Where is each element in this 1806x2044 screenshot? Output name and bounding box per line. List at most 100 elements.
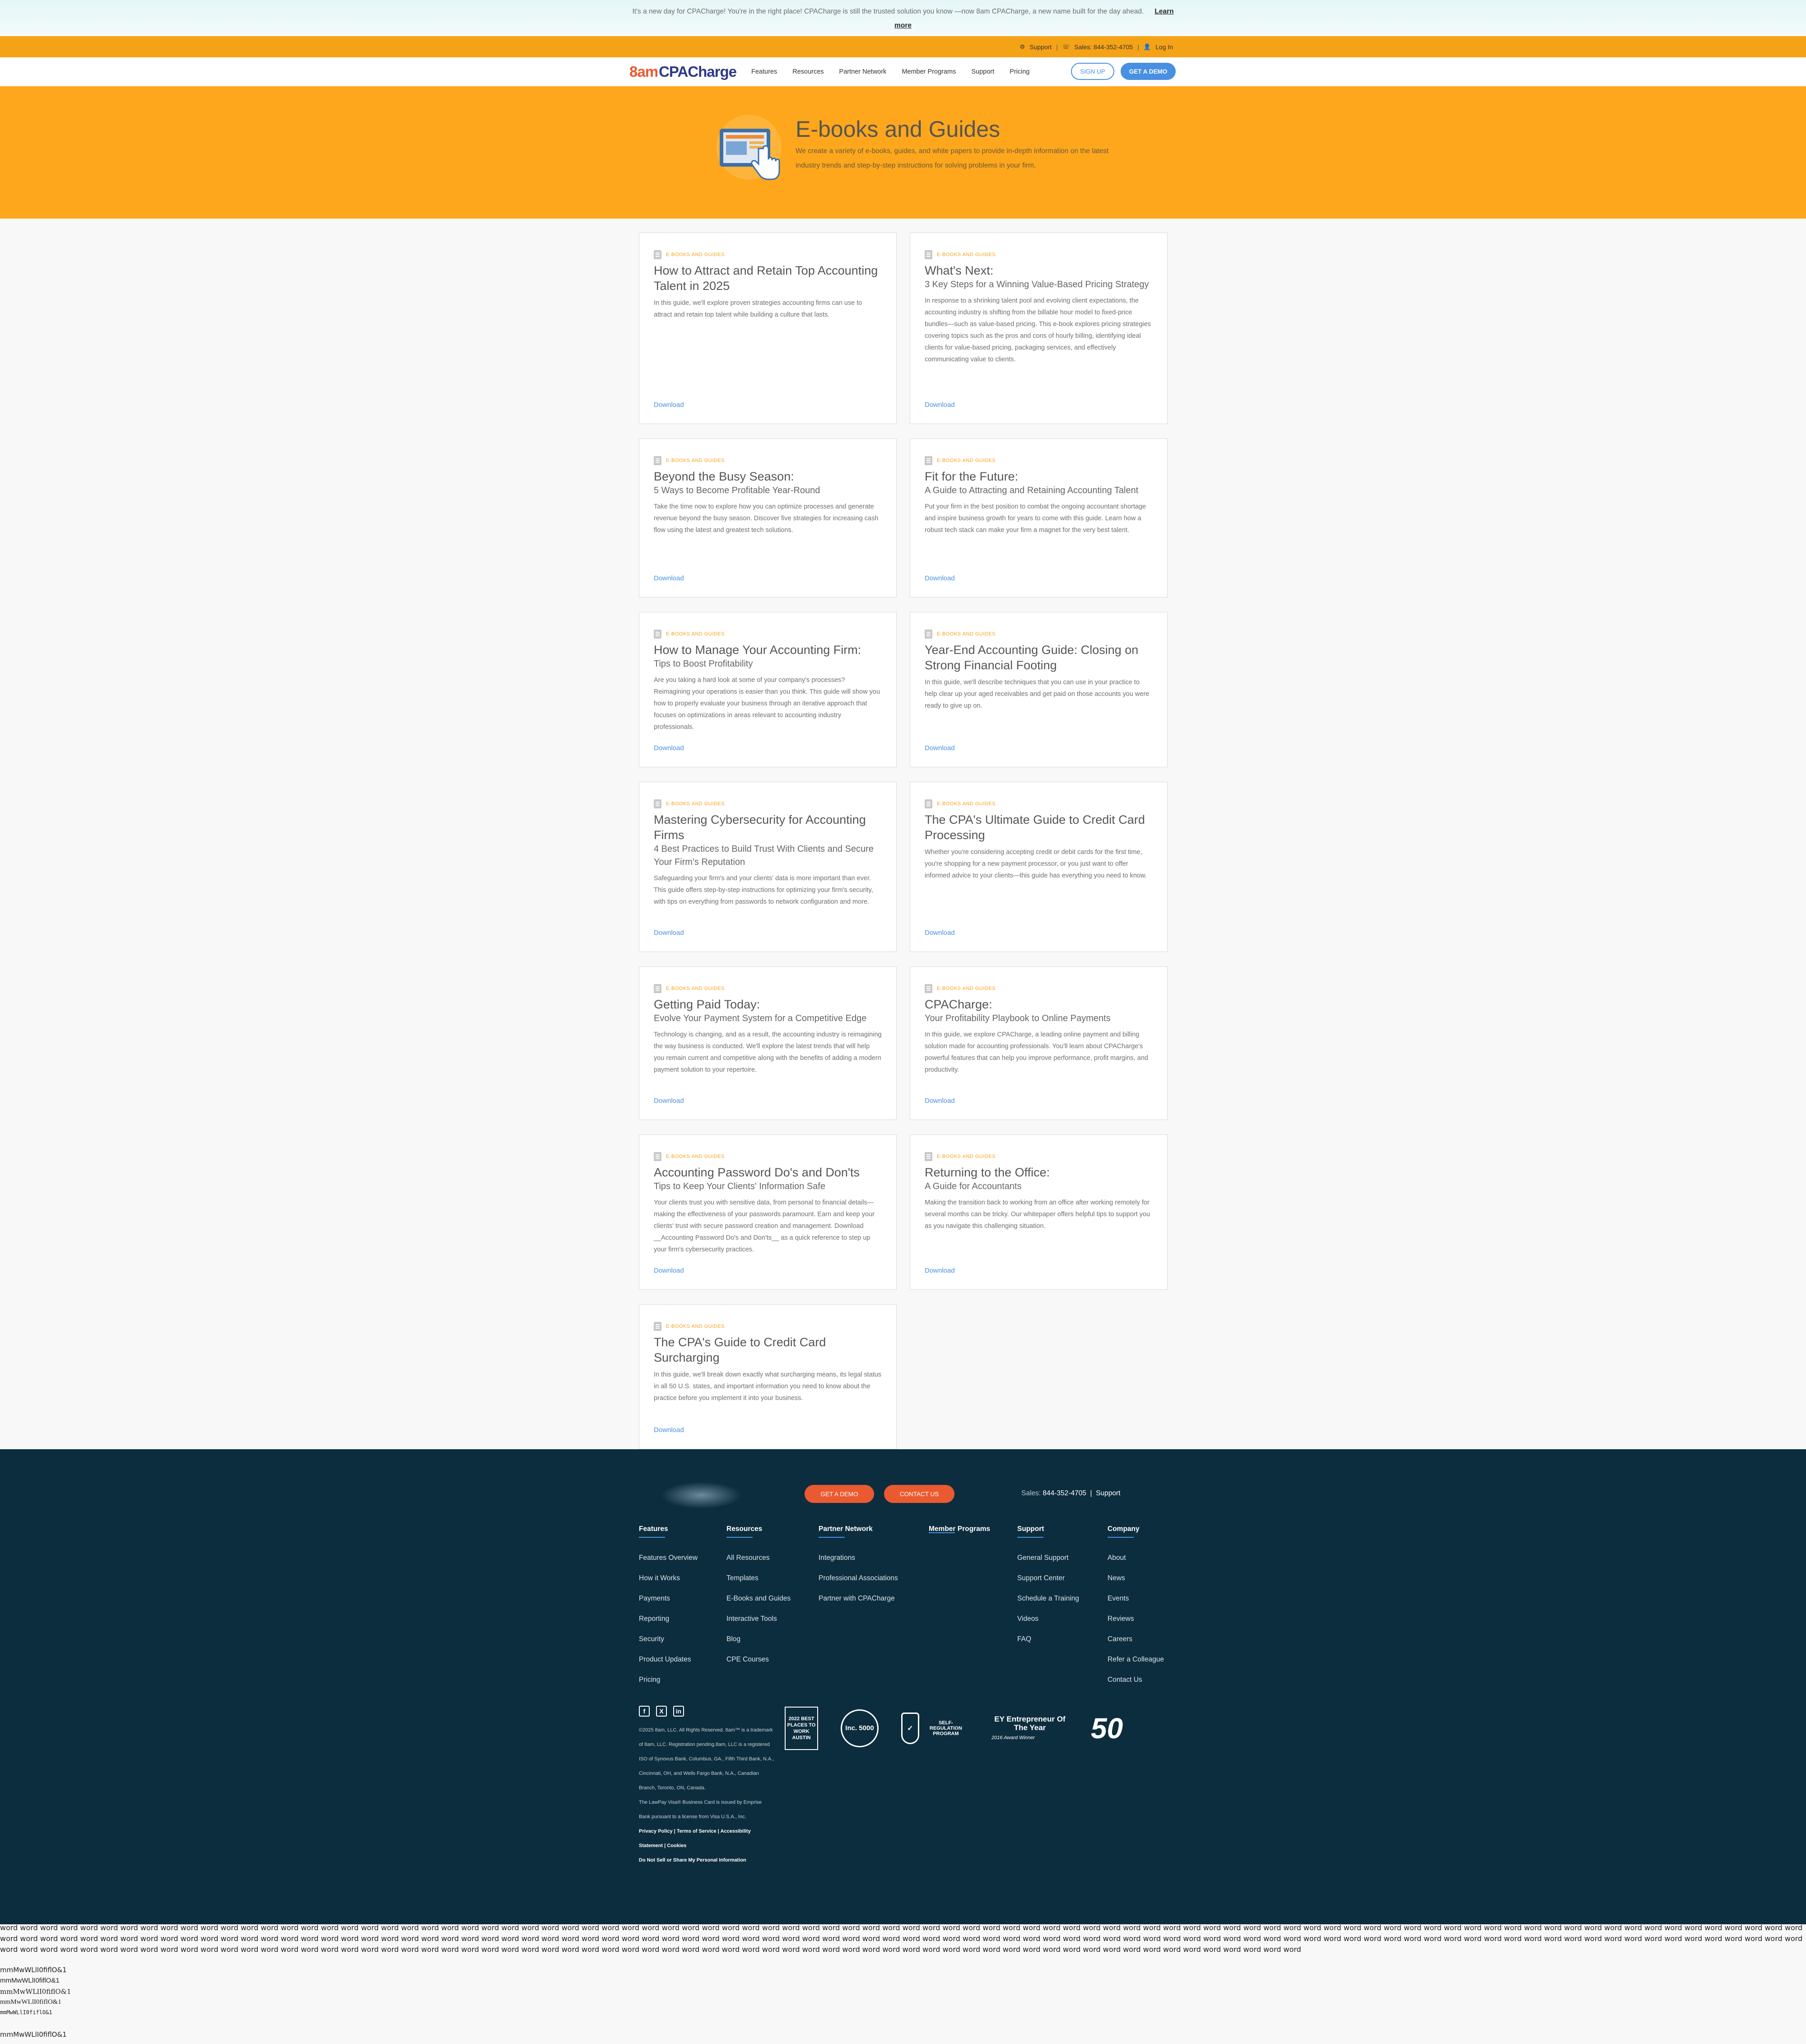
ebook-card[interactable]: E-BOOKS AND GUIDES Mastering Cybersecurit… — [639, 782, 897, 952]
footer-col-member-programs: Member Programs — [929, 1525, 990, 1533]
footer-link[interactable]: FAQ — [1017, 1629, 1079, 1649]
footer-link[interactable]: Refer a Colleague — [1108, 1649, 1164, 1670]
x-twitter-icon[interactable]: X — [656, 1706, 667, 1717]
card-title[interactable]: How to Manage Your Accounting Firm: — [654, 642, 882, 658]
ebook-card[interactable]: E-BOOKS AND GUIDES Year-End Accounting Gu… — [910, 612, 1168, 767]
download-link[interactable]: Download — [654, 1267, 684, 1274]
footer-link[interactable]: Features Overview — [639, 1548, 698, 1568]
do-not-sell-link[interactable]: Do Not Sell or Share My Personal Informa… — [639, 1857, 746, 1863]
card-title[interactable]: Getting Paid Today: — [654, 997, 882, 1012]
card-title[interactable]: The CPA's Ultimate Guide to Credit Card … — [925, 812, 1153, 843]
footer-link[interactable]: Professional Associations — [819, 1568, 898, 1588]
footer-sales-phone[interactable]: 844-352-4705 — [1043, 1489, 1086, 1497]
ebook-card[interactable]: E-BOOKS AND GUIDES The CPA's Ultimate Gui… — [910, 782, 1168, 952]
footer-link[interactable]: How it Works — [639, 1568, 698, 1588]
sales-phone-link[interactable]: Sales: 844-352-4705 — [1074, 43, 1133, 51]
download-link[interactable]: Download — [925, 1267, 955, 1274]
footer-link[interactable]: Events — [1108, 1588, 1164, 1609]
card-title[interactable]: Mastering Cybersecurity for Accounting F… — [654, 812, 882, 843]
footer-link[interactable]: Interactive Tools — [726, 1609, 791, 1629]
ebook-card[interactable]: E-BOOKS AND GUIDES Accounting Password Do… — [639, 1134, 897, 1290]
linkedin-icon[interactable]: in — [673, 1706, 684, 1717]
download-link[interactable]: Download — [925, 401, 955, 409]
footer-link[interactable]: CPE Courses — [726, 1649, 791, 1670]
footer-link[interactable]: Videos — [1017, 1609, 1079, 1629]
footer-link[interactable]: Product Updates — [639, 1649, 698, 1670]
footer-contact-button[interactable]: CONTACT US — [884, 1485, 954, 1503]
nav-item-pricing[interactable]: Pricing — [1010, 68, 1029, 75]
card-description: In response to a shrinking talent pool a… — [925, 297, 1151, 363]
nav-item-member-programs[interactable]: Member Programs — [902, 68, 956, 75]
footer-link[interactable]: News — [1108, 1568, 1164, 1588]
footer-link[interactable]: Pricing — [639, 1670, 698, 1690]
hero-banner: E-books and Guides We create a variety o… — [0, 86, 1806, 219]
footer-link[interactable]: General Support — [1017, 1548, 1079, 1568]
footer-link[interactable]: Reporting — [639, 1609, 698, 1629]
footer-link[interactable]: About — [1108, 1548, 1164, 1568]
ebook-card[interactable]: E-BOOKS AND GUIDES CPACharge: Your Profita… — [910, 966, 1168, 1120]
ebook-card[interactable]: E-BOOKS AND GUIDES Beyond the Busy Season… — [639, 439, 897, 597]
ebook-card[interactable]: E-BOOKS AND GUIDES The CPA's Guide to Cre… — [639, 1304, 897, 1449]
card-content: The CPA's Ultimate Guide to Credit Card … — [925, 812, 1153, 882]
card-title[interactable]: What's Next: — [925, 263, 1153, 278]
privacy-policy-link[interactable]: Privacy Policy — [639, 1829, 673, 1834]
footer-link[interactable]: Reviews — [1108, 1609, 1164, 1629]
login-link[interactable]: Log In — [1155, 43, 1173, 51]
facebook-icon[interactable]: f — [639, 1706, 650, 1717]
footer-link[interactable]: Partner with CPACharge — [819, 1588, 898, 1609]
footer-link[interactable]: Templates — [726, 1568, 791, 1588]
footer-link[interactable]: E-Books and Guides — [726, 1588, 791, 1609]
footer-link[interactable]: Contact Us — [1108, 1670, 1164, 1690]
nav-item-partner-network[interactable]: Partner Network — [839, 68, 887, 75]
footer-link[interactable]: Support Center — [1017, 1568, 1079, 1588]
download-link[interactable]: Download — [654, 401, 684, 409]
download-link[interactable]: Download — [654, 929, 684, 937]
download-link[interactable]: Download — [925, 574, 955, 582]
download-link[interactable]: Download — [925, 1097, 955, 1105]
footer-link[interactable]: Integrations — [819, 1548, 898, 1568]
footer-link[interactable]: All Resources — [726, 1548, 791, 1568]
card-title[interactable]: Fit for the Future: — [925, 469, 1153, 484]
ebook-card[interactable]: E-BOOKS AND GUIDES How to Attract and Ret… — [639, 233, 897, 424]
ebook-card[interactable]: E-BOOKS AND GUIDES Returning to the Offic… — [910, 1134, 1168, 1290]
footer-link[interactable]: Schedule a Training — [1017, 1588, 1079, 1609]
terms-link[interactable]: Terms of Service — [677, 1829, 717, 1834]
footer-get-demo-button[interactable]: GET A DEMO — [805, 1485, 874, 1503]
footer-link[interactable]: Security — [639, 1629, 698, 1649]
download-link[interactable]: Download — [654, 1426, 684, 1434]
download-link[interactable]: Download — [654, 1097, 684, 1105]
footer-support-link[interactable]: Support — [1096, 1489, 1120, 1497]
ebook-card[interactable]: E-BOOKS AND GUIDES How to Manage Your Acc… — [639, 612, 897, 767]
footer-link[interactable]: Careers — [1108, 1629, 1164, 1649]
logo[interactable]: 8am CPACharge — [629, 63, 737, 80]
nav-item-features[interactable]: Features — [751, 68, 777, 75]
card-title[interactable]: The CPA's Guide to Credit Card Surchargi… — [654, 1335, 882, 1365]
footer-link[interactable]: Payments — [639, 1588, 698, 1609]
card-title[interactable]: Beyond the Busy Season: — [654, 469, 882, 484]
category-label: E-BOOKS AND GUIDES — [937, 801, 996, 807]
card-title[interactable]: Year-End Accounting Guide: Closing on St… — [925, 642, 1153, 673]
support-link[interactable]: Support — [1029, 43, 1052, 51]
card-title[interactable]: CPACharge: — [925, 997, 1153, 1012]
nav-item-support[interactable]: Support — [971, 68, 994, 75]
nav-item-resources[interactable]: Resources — [792, 68, 824, 75]
signup-button[interactable]: SIGN UP — [1071, 63, 1114, 80]
footer-logo[interactable] — [661, 1482, 742, 1509]
card-subtitle: Your Profitability Playbook to Online Pa… — [925, 1013, 1111, 1023]
get-demo-button[interactable]: GET A DEMO — [1121, 63, 1176, 80]
card-title[interactable]: How to Attract and Retain Top Accounting… — [654, 263, 882, 294]
footer-col-title[interactable]: Member Programs — [929, 1525, 990, 1533]
download-link[interactable]: Download — [654, 574, 684, 582]
card-title[interactable]: Accounting Password Do's and Don'ts — [654, 1165, 882, 1180]
footer-col-title: Support — [1017, 1525, 1044, 1538]
footer-link[interactable]: Blog — [726, 1629, 791, 1649]
document-icon — [654, 456, 661, 465]
download-link[interactable]: Download — [654, 744, 684, 752]
ebook-card[interactable]: E-BOOKS AND GUIDES Getting Paid Today: Evo… — [639, 966, 897, 1120]
download-link[interactable]: Download — [925, 929, 955, 937]
download-link[interactable]: Download — [925, 744, 955, 752]
card-title[interactable]: Returning to the Office: — [925, 1165, 1153, 1180]
cookies-link[interactable]: Cookies — [667, 1843, 686, 1848]
ebook-card[interactable]: E-BOOKS AND GUIDES What's Next: 3 Key Step… — [910, 233, 1168, 424]
ebook-card[interactable]: E-BOOKS AND GUIDES Fit for the Future: A G… — [910, 439, 1168, 597]
